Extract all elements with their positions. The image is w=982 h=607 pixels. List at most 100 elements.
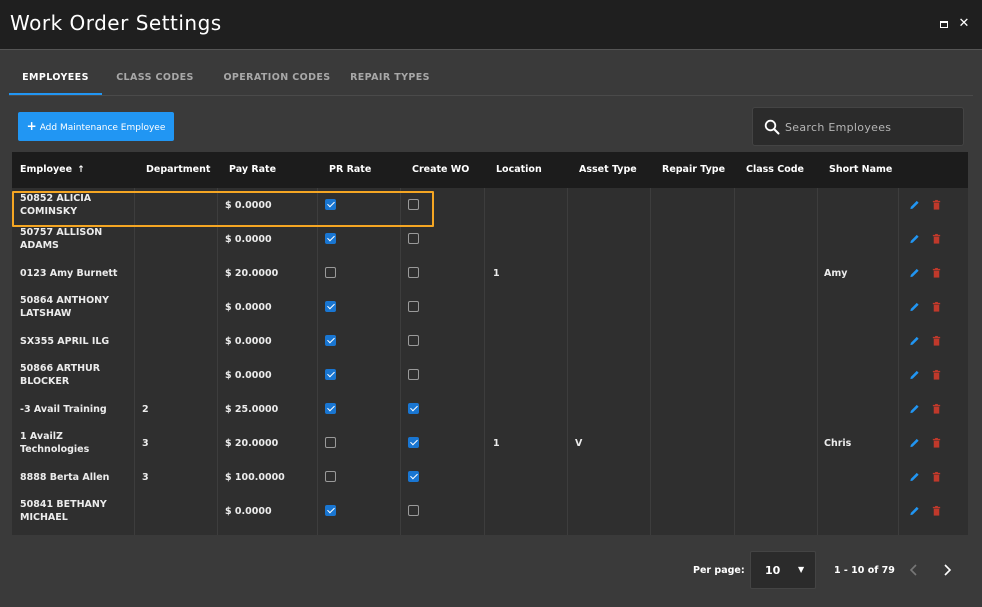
tab-operation-codes[interactable]: OPERATION CODES — [215, 62, 339, 95]
edit-icon[interactable] — [909, 233, 920, 245]
pr-rate-checkbox[interactable] — [325, 301, 336, 312]
table-row[interactable]: 50864 ANTHONY LATSHAW $ 0.0000 — [12, 290, 968, 324]
delete-icon[interactable] — [931, 233, 942, 245]
table-row[interactable]: 0123 Amy Burnett $ 20.0000 1 Amy — [12, 256, 968, 290]
cell-short-name: Chris — [824, 437, 852, 449]
column-header-short-name[interactable]: Short Name — [829, 152, 892, 188]
employee-name-line: 1 AvailZ — [20, 431, 63, 442]
cell-pay-rate: $ 0.0000 — [225, 369, 272, 381]
column-header-repair-type[interactable]: Repair Type — [662, 152, 725, 188]
search-box[interactable] — [752, 107, 964, 146]
plus-icon: + — [26, 119, 37, 133]
caret-down-icon: ▼ — [798, 565, 805, 574]
table-header: Employee ↑ Department Pay Rate PR Rate Cr… — [12, 152, 968, 188]
tab-repair-types[interactable]: REPAIR TYPES — [345, 62, 435, 95]
create-wo-checkbox[interactable] — [408, 301, 419, 312]
pr-rate-checkbox[interactable] — [325, 403, 336, 414]
search-icon — [764, 119, 780, 135]
pr-rate-checkbox[interactable] — [325, 471, 336, 482]
cell-department: 2 — [142, 403, 149, 415]
column-header-class-code[interactable]: Class Code — [746, 152, 804, 188]
pr-rate-checkbox[interactable] — [325, 369, 336, 380]
cell-pay-rate: $ 25.0000 — [225, 403, 279, 415]
per-page-select[interactable]: 10 ▼ — [750, 551, 816, 589]
maximize-icon[interactable] — [936, 16, 952, 32]
edit-icon[interactable] — [909, 369, 920, 381]
edit-icon[interactable] — [909, 403, 920, 415]
cell-employee: 50864 ANTHONY LATSHAW — [20, 290, 132, 324]
employee-name-line: 0123 Amy Burnett — [20, 267, 118, 279]
delete-icon[interactable] — [931, 403, 942, 415]
pr-rate-checkbox[interactable] — [325, 505, 336, 516]
delete-icon[interactable] — [931, 199, 942, 211]
edit-icon[interactable] — [909, 301, 920, 313]
table-row[interactable]: 50841 BETHANY MICHAEL $ 0.0000 — [12, 494, 968, 528]
column-header-location[interactable]: Location — [496, 152, 542, 188]
column-header-asset-type[interactable]: Asset Type — [579, 152, 637, 188]
sort-arrow-icon[interactable]: ↑ — [77, 165, 85, 175]
cell-pay-rate: $ 0.0000 — [225, 505, 272, 517]
tab-employees[interactable]: EMPLOYEES — [9, 62, 102, 95]
search-input[interactable] — [785, 116, 955, 138]
delete-icon[interactable] — [931, 437, 942, 449]
cell-asset-type: V — [575, 437, 583, 449]
cell-employee: 50757 ALLISON ADAMS — [20, 222, 132, 256]
column-header-department[interactable]: Department — [146, 152, 210, 188]
close-icon[interactable]: ✕ — [956, 16, 972, 32]
delete-icon[interactable] — [931, 267, 942, 279]
edit-icon[interactable] — [909, 335, 920, 347]
create-wo-checkbox[interactable] — [408, 403, 419, 414]
per-page-label: Per page: — [693, 565, 745, 576]
cell-employee: 1 AvailZ Technologies — [20, 426, 132, 460]
create-wo-checkbox[interactable] — [408, 471, 419, 482]
delete-icon[interactable] — [931, 301, 942, 313]
cell-location: 1 — [493, 267, 500, 279]
table-row[interactable]: -3 Avail Training 2 $ 25.0000 — [12, 392, 968, 426]
edit-icon[interactable] — [909, 437, 920, 449]
per-page-value: 10 — [765, 564, 781, 577]
column-header-pr-rate[interactable]: PR Rate — [329, 152, 371, 188]
create-wo-checkbox[interactable] — [408, 369, 419, 380]
edit-icon[interactable] — [909, 471, 920, 483]
row-highlight — [12, 191, 434, 227]
table-row[interactable]: 1 AvailZ Technologies 3 $ 20.0000 1 V Chris — [12, 426, 968, 460]
add-maintenance-employee-button[interactable]: + Add Maintenance Employee — [18, 112, 174, 141]
table-row[interactable]: SX355 APRIL ILG $ 0.0000 — [12, 324, 968, 358]
column-header-employee[interactable]: Employee ↑ — [20, 152, 85, 188]
table-row[interactable]: 50757 ALLISON ADAMS $ 0.0000 — [12, 222, 968, 256]
cell-department: 3 — [142, 437, 149, 449]
pr-rate-checkbox[interactable] — [325, 267, 336, 278]
cell-employee: 50866 ARTHUR BLOCKER — [20, 358, 132, 392]
create-wo-checkbox[interactable] — [408, 267, 419, 278]
chevron-right-icon[interactable] — [940, 562, 954, 578]
delete-icon[interactable] — [931, 471, 942, 483]
pr-rate-checkbox[interactable] — [325, 437, 336, 448]
cell-pay-rate: $ 20.0000 — [225, 437, 279, 449]
tabs-divider — [9, 95, 973, 96]
create-wo-checkbox[interactable] — [408, 505, 419, 516]
edit-icon[interactable] — [909, 199, 920, 211]
create-wo-checkbox[interactable] — [408, 437, 419, 448]
pr-rate-checkbox[interactable] — [325, 233, 336, 244]
edit-icon[interactable] — [909, 505, 920, 517]
create-wo-checkbox[interactable] — [408, 233, 419, 244]
delete-icon[interactable] — [931, 505, 942, 517]
tab-class-codes[interactable]: CLASS CODES — [105, 62, 205, 95]
column-header-create-wo[interactable]: Create WO — [412, 152, 469, 188]
edit-icon[interactable] — [909, 267, 920, 279]
create-wo-checkbox[interactable] — [408, 335, 419, 346]
employee-name-line: 50866 ARTHUR — [20, 363, 101, 374]
column-header-pay-rate[interactable]: Pay Rate — [229, 152, 276, 188]
cell-employee: 50841 BETHANY MICHAEL — [20, 494, 132, 528]
cell-employee: 0123 Amy Burnett — [20, 256, 132, 290]
chevron-left-icon[interactable] — [907, 562, 921, 578]
table-row[interactable]: 8888 Berta Allen 3 $ 100.0000 — [12, 460, 968, 494]
cell-pay-rate: $ 0.0000 — [225, 233, 272, 245]
table-row[interactable]: 50866 ARTHUR BLOCKER $ 0.0000 — [12, 358, 968, 392]
delete-icon[interactable] — [931, 369, 942, 381]
window-title: Work Order Settings — [10, 11, 222, 35]
cell-pay-rate: $ 20.0000 — [225, 267, 279, 279]
delete-icon[interactable] — [931, 335, 942, 347]
cell-pay-rate: $ 0.0000 — [225, 301, 272, 313]
pr-rate-checkbox[interactable] — [325, 335, 336, 346]
